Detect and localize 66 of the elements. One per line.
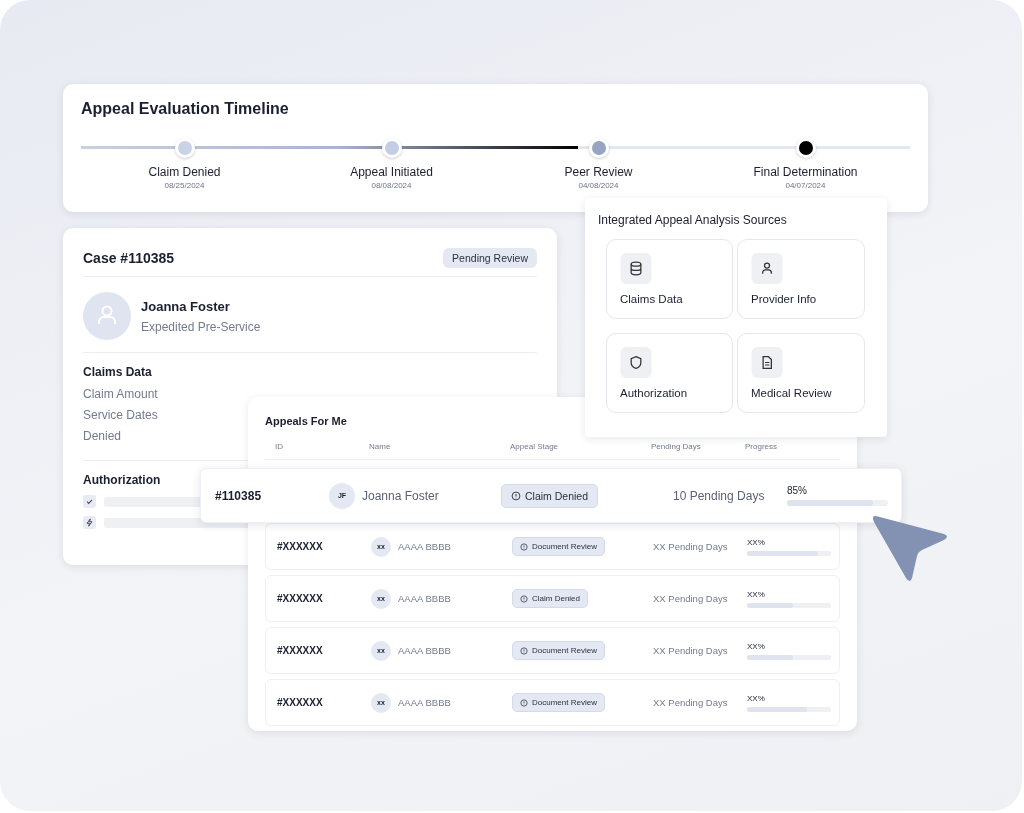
- person-name: Joanna Foster: [362, 488, 439, 503]
- stage-label: Claim Denied: [532, 594, 581, 604]
- sources-title: Integrated Appeal Analysis Sources: [598, 213, 788, 227]
- source-tile[interactable]: Authorization: [606, 333, 733, 413]
- field-label: Denied: [83, 429, 122, 443]
- source-tile[interactable]: Provider Info: [737, 239, 865, 319]
- stage-label: Document Review: [532, 698, 597, 708]
- stage-label: Document Review: [532, 646, 597, 656]
- progress-percent: XX%: [747, 537, 766, 547]
- stage-label: Document Review: [532, 542, 597, 552]
- step-date: 04/07/2024: [785, 181, 826, 190]
- section-heading: Claims Data: [83, 365, 152, 379]
- column-header: Progress: [745, 442, 778, 451]
- field-label: Service Dates: [83, 408, 158, 422]
- info-icon: [520, 646, 528, 655]
- progress-percent: XX%: [747, 693, 766, 703]
- case-id: #XXXXXX: [277, 593, 324, 604]
- avatar-icon: [83, 292, 131, 340]
- case-id: #XXXXXX: [277, 697, 324, 708]
- step-label: Final Determination: [753, 165, 858, 179]
- pending-days: XX Pending Days: [653, 593, 747, 604]
- pending-days: XX Pending Days: [653, 541, 747, 552]
- info-icon: [520, 542, 528, 551]
- source-tile[interactable]: Medical Review: [737, 333, 865, 413]
- column-header: Name: [369, 442, 392, 451]
- progress-percent: XX%: [747, 641, 766, 651]
- step-label: Appeal Initiated: [350, 165, 433, 179]
- person-icon: [751, 253, 783, 284]
- pending-days: 10 Pending Days: [673, 488, 787, 503]
- progress-percent: XX%: [747, 589, 766, 599]
- info-icon: [520, 698, 528, 707]
- shield-icon: [620, 347, 652, 378]
- case-type: Expedited Pre-Service: [141, 319, 261, 334]
- person-name: AAAA BBBB: [398, 697, 451, 708]
- database-icon: [620, 253, 652, 284]
- person-name: AAAA BBBB: [398, 645, 451, 656]
- person-name: AAAA BBBB: [398, 593, 451, 604]
- check-icon: [83, 495, 96, 508]
- case-id: #XXXXXX: [277, 541, 324, 552]
- step-date: 08/25/2024: [164, 181, 205, 190]
- case-id: #110385: [215, 488, 263, 503]
- document-icon: [751, 347, 783, 378]
- person-name: AAAA BBBB: [398, 541, 451, 552]
- field-label: Claim Amount: [83, 387, 158, 401]
- source-tile[interactable]: Claims Data: [606, 239, 733, 319]
- step-label: Claim Denied: [148, 165, 221, 179]
- column-header: Pending Days: [651, 442, 702, 451]
- column-header: ID: [275, 442, 284, 451]
- step-date: 04/08/2024: [578, 181, 619, 190]
- info-icon: [511, 490, 521, 501]
- progress-percent: 85%: [787, 485, 808, 496]
- column-header: Appeal Stage: [510, 442, 560, 451]
- info-icon: [520, 594, 528, 603]
- case-id: #XXXXXX: [277, 645, 324, 656]
- step-label: Peer Review: [564, 165, 633, 179]
- timeline-title: Appeal Evaluation Timeline: [81, 100, 290, 118]
- bolt-icon: [83, 516, 96, 529]
- status-badge: Pending Review: [443, 248, 537, 268]
- appeals-title: Appeals For Me: [265, 415, 348, 427]
- stage-label: Claim Denied: [525, 489, 589, 502]
- person-name: Joanna Foster: [141, 298, 231, 314]
- pending-days: XX Pending Days: [653, 645, 747, 656]
- section-heading: Authorization: [83, 473, 161, 487]
- step-date: 08/08/2024: [371, 181, 412, 190]
- pending-days: XX Pending Days: [653, 697, 747, 708]
- case-title: Case #110385: [83, 250, 175, 266]
